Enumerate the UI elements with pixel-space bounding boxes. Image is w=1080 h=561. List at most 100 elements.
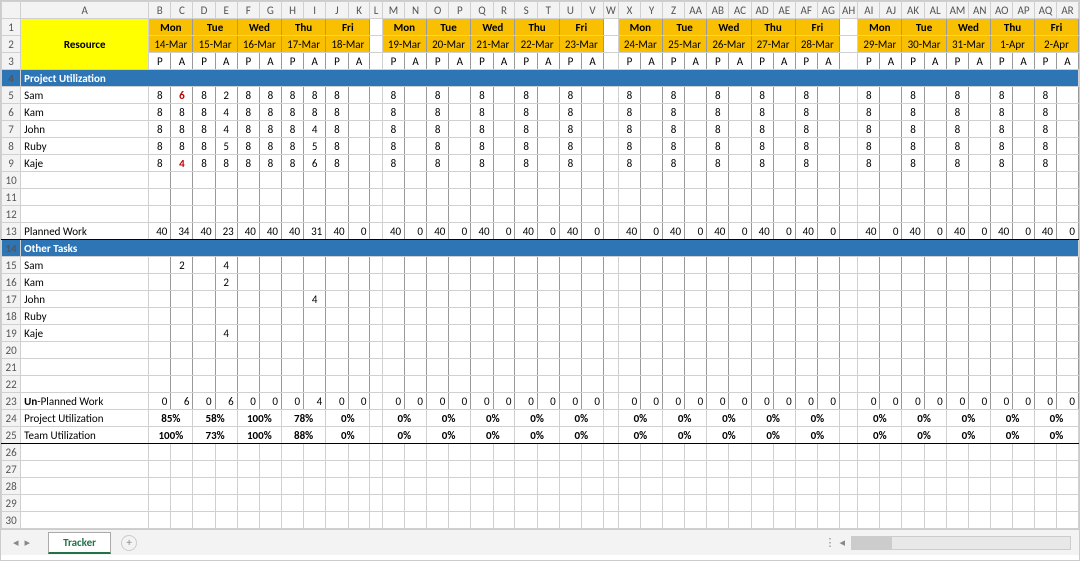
cell[interactable]: 8 <box>559 155 581 172</box>
cell[interactable]: 0 <box>795 393 817 410</box>
cell[interactable]: 8 <box>663 138 685 155</box>
cell[interactable]: 40 <box>259 223 281 240</box>
col-header[interactable]: V <box>582 2 604 19</box>
cell[interactable] <box>1013 155 1035 172</box>
cell[interactable] <box>559 325 581 342</box>
cell[interactable] <box>969 121 991 138</box>
cell[interactable]: 8 <box>707 121 729 138</box>
col-header[interactable]: R <box>493 2 515 19</box>
cell[interactable]: 40 <box>471 223 493 240</box>
cell[interactable]: 78% <box>281 410 325 427</box>
cell[interactable] <box>348 308 370 325</box>
cell[interactable]: 8 <box>858 138 880 155</box>
cell[interactable]: 8 <box>559 138 581 155</box>
cell[interactable]: 0% <box>471 427 515 444</box>
cell[interactable]: 8 <box>215 155 237 172</box>
cell[interactable] <box>171 308 193 325</box>
col-header[interactable]: P <box>449 2 471 19</box>
cell[interactable]: 4 <box>215 325 237 342</box>
cell[interactable]: 8 <box>946 87 969 104</box>
cell[interactable]: 8 <box>193 138 215 155</box>
cell[interactable]: 4 <box>304 291 326 308</box>
cell[interactable]: 8 <box>858 104 880 121</box>
cell[interactable]: 0% <box>946 410 991 427</box>
cell[interactable]: 0 <box>493 393 515 410</box>
cell[interactable] <box>515 308 537 325</box>
cell[interactable] <box>449 87 471 104</box>
cell[interactable] <box>795 325 817 342</box>
cell[interactable] <box>858 274 880 291</box>
row-header[interactable]: 24 <box>2 410 21 427</box>
cell[interactable]: 2 <box>171 257 193 274</box>
cell[interactable] <box>1056 121 1078 138</box>
cell[interactable] <box>193 291 215 308</box>
cell[interactable] <box>582 257 604 274</box>
cell[interactable] <box>237 257 259 274</box>
cell[interactable] <box>149 257 171 274</box>
cell[interactable] <box>880 257 902 274</box>
cell[interactable]: 8 <box>259 87 281 104</box>
cell[interactable] <box>773 257 795 274</box>
cell[interactable] <box>405 291 427 308</box>
cell[interactable] <box>991 325 1013 342</box>
col-header[interactable]: AP <box>1013 2 1035 19</box>
cell[interactable]: 8 <box>663 121 685 138</box>
col-header[interactable]: AO <box>991 2 1013 19</box>
cell[interactable]: 0% <box>515 410 559 427</box>
cell[interactable] <box>348 104 370 121</box>
cell[interactable]: 8 <box>946 138 969 155</box>
cell[interactable] <box>215 291 237 308</box>
cell[interactable]: 0 <box>259 393 281 410</box>
cell[interactable]: 8 <box>707 104 729 121</box>
cell[interactable] <box>685 308 707 325</box>
cell[interactable]: 0 <box>924 393 946 410</box>
cell[interactable] <box>348 325 370 342</box>
cell[interactable]: 23 <box>215 223 237 240</box>
cell[interactable]: 0% <box>751 427 795 444</box>
cell[interactable]: 8 <box>618 104 640 121</box>
cell[interactable]: 85% <box>149 410 193 427</box>
cell[interactable]: 0% <box>382 427 426 444</box>
cell[interactable]: 8 <box>751 87 773 104</box>
cell[interactable]: 8 <box>902 104 924 121</box>
cell[interactable] <box>969 138 991 155</box>
cell[interactable] <box>304 257 326 274</box>
cell[interactable] <box>405 87 427 104</box>
cell[interactable]: 8 <box>515 155 537 172</box>
cell[interactable]: 8 <box>795 138 817 155</box>
col-header[interactable]: AE <box>773 2 795 19</box>
cell[interactable] <box>729 155 751 172</box>
cell[interactable] <box>902 291 924 308</box>
cell[interactable]: 0 <box>880 393 902 410</box>
cell[interactable] <box>426 257 448 274</box>
cell[interactable] <box>405 104 427 121</box>
cell[interactable]: 4 <box>304 121 326 138</box>
cell[interactable]: 0 <box>382 393 404 410</box>
cell[interactable]: 4 <box>171 155 193 172</box>
cell[interactable] <box>729 104 751 121</box>
col-header[interactable]: AC <box>729 2 751 19</box>
resource-name[interactable]: Ruby <box>21 138 149 155</box>
cell[interactable]: 0 <box>817 223 839 240</box>
cell[interactable]: 8 <box>171 104 193 121</box>
cell[interactable] <box>773 308 795 325</box>
cell[interactable]: 0% <box>326 410 370 427</box>
cell[interactable]: 6 <box>171 393 193 410</box>
cell[interactable] <box>348 274 370 291</box>
cell[interactable] <box>493 291 515 308</box>
row-header[interactable]: 25 <box>2 427 21 444</box>
cell[interactable]: 0% <box>471 410 515 427</box>
col-header[interactable]: O <box>426 2 448 19</box>
cell[interactable] <box>880 121 902 138</box>
cell[interactable] <box>326 274 348 291</box>
cell[interactable]: 8 <box>281 138 303 155</box>
cell[interactable]: 8 <box>382 155 404 172</box>
cell[interactable] <box>426 308 448 325</box>
row-header[interactable]: 8 <box>2 138 21 155</box>
cell[interactable] <box>537 121 559 138</box>
cell[interactable]: 0 <box>663 393 685 410</box>
cell[interactable] <box>348 291 370 308</box>
cell[interactable]: 8 <box>946 121 969 138</box>
cell[interactable]: 5 <box>215 138 237 155</box>
cell[interactable] <box>641 87 663 104</box>
